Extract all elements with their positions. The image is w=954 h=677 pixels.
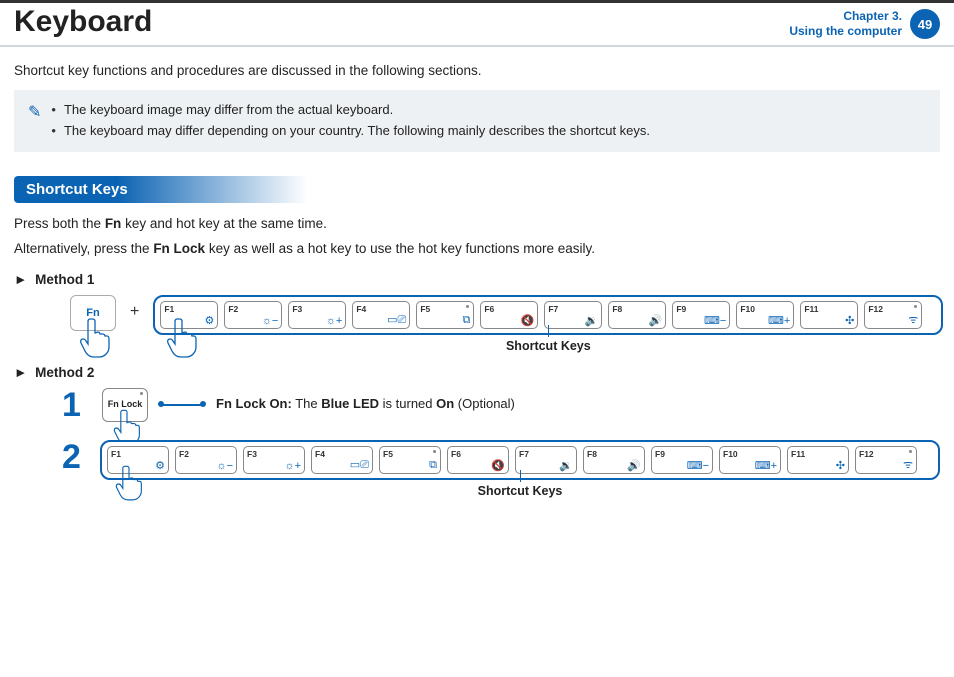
f10-key: F10⌨+ (736, 301, 794, 329)
fan-icon: ✣ (836, 459, 845, 472)
f4-key: F4▭⎚ (352, 301, 410, 329)
f3-key: F3☼+ (243, 446, 305, 474)
note-box: ✎ The keyboard image may differ from the… (14, 90, 940, 152)
volume-up-icon: 🔊 (627, 459, 641, 472)
brightness-down-icon: ☼− (262, 315, 279, 327)
volume-down-icon: 🔉 (559, 459, 573, 472)
f6-key: F6🔇 (447, 446, 509, 474)
f10-key: F10⌨+ (719, 446, 781, 474)
fan-icon: ✣ (845, 314, 854, 327)
callout-text: Fn Lock On: The Blue LED is turned On (O… (216, 396, 515, 411)
page-number-badge: 49 (910, 9, 940, 39)
f11-key: F11✣ (787, 446, 849, 474)
f7-key: F7🔉 (544, 301, 602, 329)
step-number: 1 (62, 388, 88, 422)
page-header: Keyboard Chapter 3. Using the computer 4… (0, 5, 954, 47)
content-area: Shortcut key functions and procedures ar… (0, 47, 954, 498)
kbd-light-up-icon: ⌨+ (755, 459, 777, 472)
led-dot-icon (140, 392, 143, 395)
f1-key: F1⚙ (107, 446, 169, 474)
method2-heading: ► Method 2 (14, 365, 940, 380)
volume-up-icon: 🔊 (649, 314, 663, 327)
touchpad-icon: ⧉ (429, 459, 437, 472)
strip-caption: Shortcut Keys (100, 484, 940, 498)
f9-key: F9⌨− (672, 301, 730, 329)
volume-down-icon: 🔉 (585, 314, 599, 327)
kbd-light-up-icon: ⌨+ (768, 314, 790, 327)
f12-key: F12ᯤ (855, 446, 917, 474)
brightness-down-icon: ☼− (216, 460, 233, 472)
chapter-text: Chapter 3. Using the computer (789, 9, 902, 39)
settings-icon: ⚙ (204, 314, 214, 327)
note-item: The keyboard image may differ from the a… (51, 100, 650, 121)
kbd-light-down-icon: ⌨− (704, 314, 726, 327)
f4-key: F4▭⎚ (311, 446, 373, 474)
method1-heading: ► Method 1 (14, 272, 940, 287)
fn-key-cap: Fn (70, 295, 116, 331)
step-2-row: 2 F1⚙ F2☼− F3☼+ F4▭⎚ F5⧉ F6🔇 F7🔉 F8🔊 F9⌨… (62, 440, 940, 498)
callout-line (162, 404, 202, 406)
brightness-up-icon: ☼+ (284, 460, 301, 472)
note-list: The keyboard image may differ from the a… (51, 100, 650, 142)
f3-key: F3☼+ (288, 301, 346, 329)
fnlock-key: Fn Lock (102, 388, 148, 422)
intro-text: Shortcut key functions and procedures ar… (14, 63, 940, 78)
f8-key: F8🔊 (583, 446, 645, 474)
display-switch-icon: ▭⎚ (387, 313, 406, 327)
method2-diagram: 1 Fn Lock Fn Lock On: The Blue LED is tu… (62, 388, 940, 498)
method1-diagram: Fn + F1⚙ F2☼− F3☼+ F4▭⎚ F5⧉ F6🔇 F7🔉 F8🔊 … (70, 295, 940, 353)
f6-key: F6🔇 (480, 301, 538, 329)
section-heading: Shortcut Keys (14, 176, 308, 203)
f8-key: F8🔊 (608, 301, 666, 329)
step-1-row: 1 Fn Lock Fn Lock On: The Blue LED is tu… (62, 388, 940, 422)
f5-key: F5⧉ (379, 446, 441, 474)
strip-caption: Shortcut Keys (153, 339, 943, 353)
f2-key: F2☼− (224, 301, 282, 329)
mute-icon: 🔇 (521, 314, 535, 327)
chapter-line2: Using the computer (789, 24, 902, 38)
kbd-light-down-icon: ⌨− (687, 459, 709, 472)
f1-key: F1⚙ (160, 301, 218, 329)
f7-key: F7🔉 (515, 446, 577, 474)
plus-icon: + (130, 303, 139, 321)
arrow-icon: ► (14, 365, 27, 380)
body-text: Alternatively, press the Fn Lock key as … (14, 238, 940, 260)
body-text: Press both the Fn key and hot key at the… (14, 213, 940, 235)
note-icon: ✎ (28, 102, 41, 142)
arrow-icon: ► (14, 272, 27, 287)
settings-icon: ⚙ (155, 459, 165, 472)
chapter-badge: Chapter 3. Using the computer 49 (789, 9, 940, 39)
wifi-icon: ᯤ (908, 312, 918, 327)
note-item: The keyboard may differ depending on you… (51, 121, 650, 142)
step-number: 2 (62, 440, 86, 474)
f9-key: F9⌨− (651, 446, 713, 474)
touchpad-icon: ⧉ (462, 314, 470, 327)
page-title: Keyboard (14, 5, 152, 39)
f12-key: F12ᯤ (864, 301, 922, 329)
display-switch-icon: ▭⎚ (350, 458, 369, 472)
f5-key: F5⧉ (416, 301, 474, 329)
fn-key: Fn (70, 295, 116, 331)
brightness-up-icon: ☼+ (326, 315, 343, 327)
f2-key: F2☼− (175, 446, 237, 474)
f11-key: F11✣ (800, 301, 858, 329)
top-rule (0, 0, 954, 3)
chapter-line1: Chapter 3. (843, 9, 902, 23)
wifi-icon: ᯤ (903, 457, 913, 472)
mute-icon: 🔇 (491, 459, 505, 472)
